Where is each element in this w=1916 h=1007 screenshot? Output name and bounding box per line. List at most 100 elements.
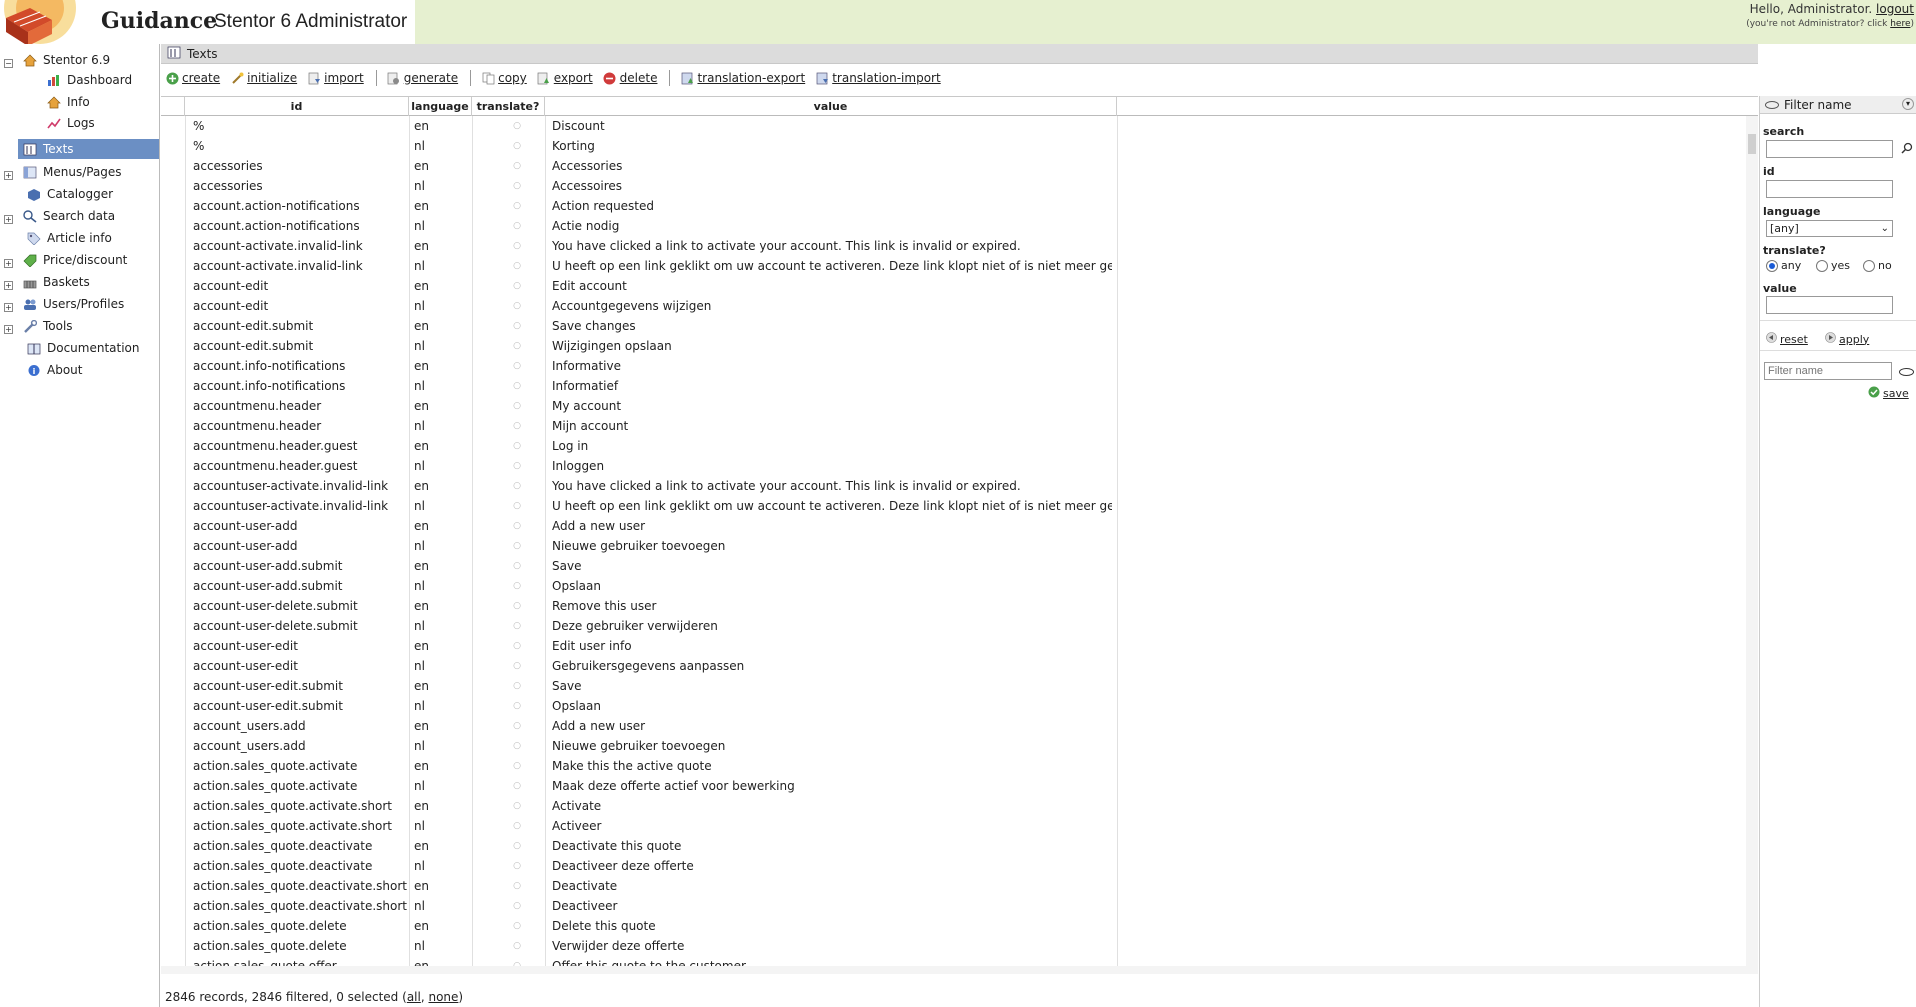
table-row[interactable]: account_users.add nl ○ Nieuwe gebruiker toe…	[161, 736, 1746, 756]
table-row[interactable]: account-edit en ○ Edit account	[161, 276, 1746, 296]
column-header-translate[interactable]: translate?	[472, 97, 545, 116]
select-none-link[interactable]: none	[428, 990, 458, 1004]
table-row[interactable]: action.sales_quote.activate en ○ Make this …	[161, 756, 1746, 776]
table-row[interactable]: action.sales_quote.activate.short nl ○ Acti…	[161, 816, 1746, 836]
table-row[interactable]: account-activate.invalid-link nl ○ U heeft …	[161, 256, 1746, 276]
home-icon	[46, 95, 61, 109]
table-row[interactable]: account-user-add.submit nl ○ Opslaan	[161, 576, 1746, 596]
table-row[interactable]: % en ○ Discount	[161, 116, 1746, 136]
search-input[interactable]	[1766, 140, 1893, 158]
table-row[interactable]: accountmenu.header.guest en ○ Log in	[161, 436, 1746, 456]
table-row[interactable]: accessories nl ○ Accessoires	[161, 176, 1746, 196]
translate-any-radio[interactable]: any	[1766, 259, 1801, 272]
table-row[interactable]: account-edit.submit en ○ Save changes	[161, 316, 1746, 336]
column-header-value[interactable]: value	[545, 97, 1117, 116]
translation-export-button[interactable]: translation-export	[680, 71, 805, 85]
sidebar-item-tools[interactable]: Tools	[22, 316, 73, 336]
sidebar-item-baskets[interactable]: Baskets	[22, 272, 90, 292]
logout-link[interactable]: logout	[1876, 2, 1914, 16]
table-row[interactable]: action.sales_quote.delete nl ○ Verwijder de…	[161, 936, 1746, 956]
table-row[interactable]: accountmenu.header en ○ My account	[161, 396, 1746, 416]
sidebar-item-catalogger[interactable]: Catalogger	[26, 184, 113, 204]
collapse-root-icon[interactable]: −	[4, 59, 13, 68]
table-row[interactable]: account-user-add.submit en ○ Save	[161, 556, 1746, 576]
sidebar-item-article-info[interactable]: Article info	[26, 228, 112, 248]
table-row[interactable]: action.sales_quote.activate.short en ○ Acti…	[161, 796, 1746, 816]
table-row[interactable]: account_users.add en ○ Add a new user	[161, 716, 1746, 736]
select-all-link[interactable]: all	[407, 990, 421, 1004]
table-row[interactable]: account-edit nl ○ Accountgegevens wijzigen	[161, 296, 1746, 316]
table-row[interactable]: account-edit.submit nl ○ Wijzigingen opslaa…	[161, 336, 1746, 356]
create-button[interactable]: create	[165, 71, 220, 85]
table-row[interactable]: action.sales_quote.deactivate.short en ○ De…	[161, 876, 1746, 896]
table-row[interactable]: account-user-add nl ○ Nieuwe gebruiker toev…	[161, 536, 1746, 556]
value-input[interactable]	[1766, 296, 1893, 314]
table-row[interactable]: accountmenu.header nl ○ Mijn account	[161, 416, 1746, 436]
table-row[interactable]: account.action-notifications en ○ Action re…	[161, 196, 1746, 216]
table-row[interactable]: accountmenu.header.guest nl ○ Inloggen	[161, 456, 1746, 476]
language-select[interactable]: [any] ⌄	[1766, 220, 1893, 237]
scrollbar-thumb[interactable]	[1748, 134, 1756, 154]
generate-button[interactable]: generate	[387, 71, 458, 85]
table-row[interactable]: account-user-add en ○ Add a new user	[161, 516, 1746, 536]
table-row[interactable]: account.action-notifications nl ○ Actie nod…	[161, 216, 1746, 236]
initialize-button[interactable]: initialize	[230, 71, 297, 85]
expand-baskets-icon[interactable]: +	[4, 281, 13, 290]
column-header-language[interactable]: language	[409, 97, 472, 116]
sidebar-item-menus[interactable]: Menus/Pages	[22, 162, 122, 182]
table-row[interactable]: accountuser-activate.invalid-link nl ○ U he…	[161, 496, 1746, 516]
table-row[interactable]: action.sales_quote.deactivate nl ○ Deactive…	[161, 856, 1746, 876]
table-row[interactable]: % nl ○ Korting	[161, 136, 1746, 156]
table-row[interactable]: action.sales_quote.delete en ○ Delete this …	[161, 916, 1746, 936]
sidebar-item-texts[interactable]: Texts	[18, 139, 159, 159]
table-row[interactable]: accessories en ○ Accessories	[161, 156, 1746, 176]
delete-button[interactable]: delete	[603, 71, 657, 85]
table-row[interactable]: account.info-notifications nl ○ Informatief	[161, 376, 1746, 396]
sidebar-item-users-profiles[interactable]: Users/Profiles	[22, 294, 124, 314]
search-icon[interactable]	[1901, 142, 1913, 157]
table-row[interactable]: action.sales_quote.deactivate en ○ Deactiva…	[161, 836, 1746, 856]
table-row[interactable]: action.sales_quote.deactivate.short nl ○ De…	[161, 896, 1746, 916]
table-row[interactable]: account-user-edit.submit nl ○ Opslaan	[161, 696, 1746, 716]
copy-button[interactable]: copy	[481, 71, 527, 85]
horizontal-scrollbar[interactable]	[161, 966, 1758, 974]
reset-button[interactable]: reset	[1766, 332, 1808, 346]
expand-menus-icon[interactable]: +	[4, 171, 13, 180]
table-row[interactable]: account-user-delete.submit nl ○ Deze gebrui…	[161, 616, 1746, 636]
vertical-scrollbar[interactable]	[1746, 116, 1758, 968]
sidebar-root-stentor[interactable]: Stentor 6.9	[22, 50, 110, 70]
expand-price-icon[interactable]: +	[4, 259, 13, 268]
sidebar-item-dashboard[interactable]: Dashboard	[46, 70, 132, 90]
id-input[interactable]	[1766, 180, 1893, 198]
expand-search-data-icon[interactable]: +	[4, 215, 13, 224]
table-row[interactable]: accountuser-activate.invalid-link en ○ You …	[161, 476, 1746, 496]
expand-users-icon[interactable]: +	[4, 303, 13, 312]
table-row[interactable]: account-user-edit en ○ Edit user info	[161, 636, 1746, 656]
filter-name-input[interactable]	[1764, 362, 1892, 380]
chevron-down-icon[interactable]: ▾	[1902, 98, 1914, 110]
table-row[interactable]: action.sales_quote.activate nl ○ Maak deze …	[161, 776, 1746, 796]
sidebar-item-logs[interactable]: Logs	[46, 113, 95, 133]
sidebar-item-price-discount[interactable]: Price/discount	[22, 250, 127, 270]
sidebar-item-info[interactable]: Info	[46, 92, 90, 112]
table-row[interactable]: account-user-delete.submit en ○ Remove this…	[161, 596, 1746, 616]
sidebar-item-documentation[interactable]: Documentation	[26, 338, 140, 358]
translation-import-button[interactable]: translation-import	[815, 71, 941, 85]
table-row[interactable]: account-activate.invalid-link en ○ You have…	[161, 236, 1746, 256]
translate-no-radio[interactable]: no	[1863, 259, 1892, 272]
table-row[interactable]: account.info-notifications en ○ Informative	[161, 356, 1746, 376]
save-filter-button[interactable]: save	[1868, 386, 1909, 401]
filter-header[interactable]: Filter name ▾	[1760, 96, 1916, 114]
table-row[interactable]: account-user-edit.submit en ○ Save	[161, 676, 1746, 696]
apply-button[interactable]: apply	[1825, 332, 1869, 346]
select-column-header[interactable]	[161, 97, 185, 116]
column-header-id[interactable]: id	[185, 97, 409, 116]
export-button[interactable]: export	[537, 71, 593, 85]
import-button[interactable]: import	[307, 71, 364, 85]
expand-tools-icon[interactable]: +	[4, 325, 13, 334]
translate-yes-radio[interactable]: yes	[1816, 259, 1850, 272]
switch-user-link[interactable]: here	[1890, 19, 1910, 29]
table-row[interactable]: account-user-edit nl ○ Gebruikersgegevens a…	[161, 656, 1746, 676]
sidebar-item-about[interactable]: i About	[26, 360, 82, 380]
sidebar-item-search-data[interactable]: Search data	[22, 206, 115, 226]
